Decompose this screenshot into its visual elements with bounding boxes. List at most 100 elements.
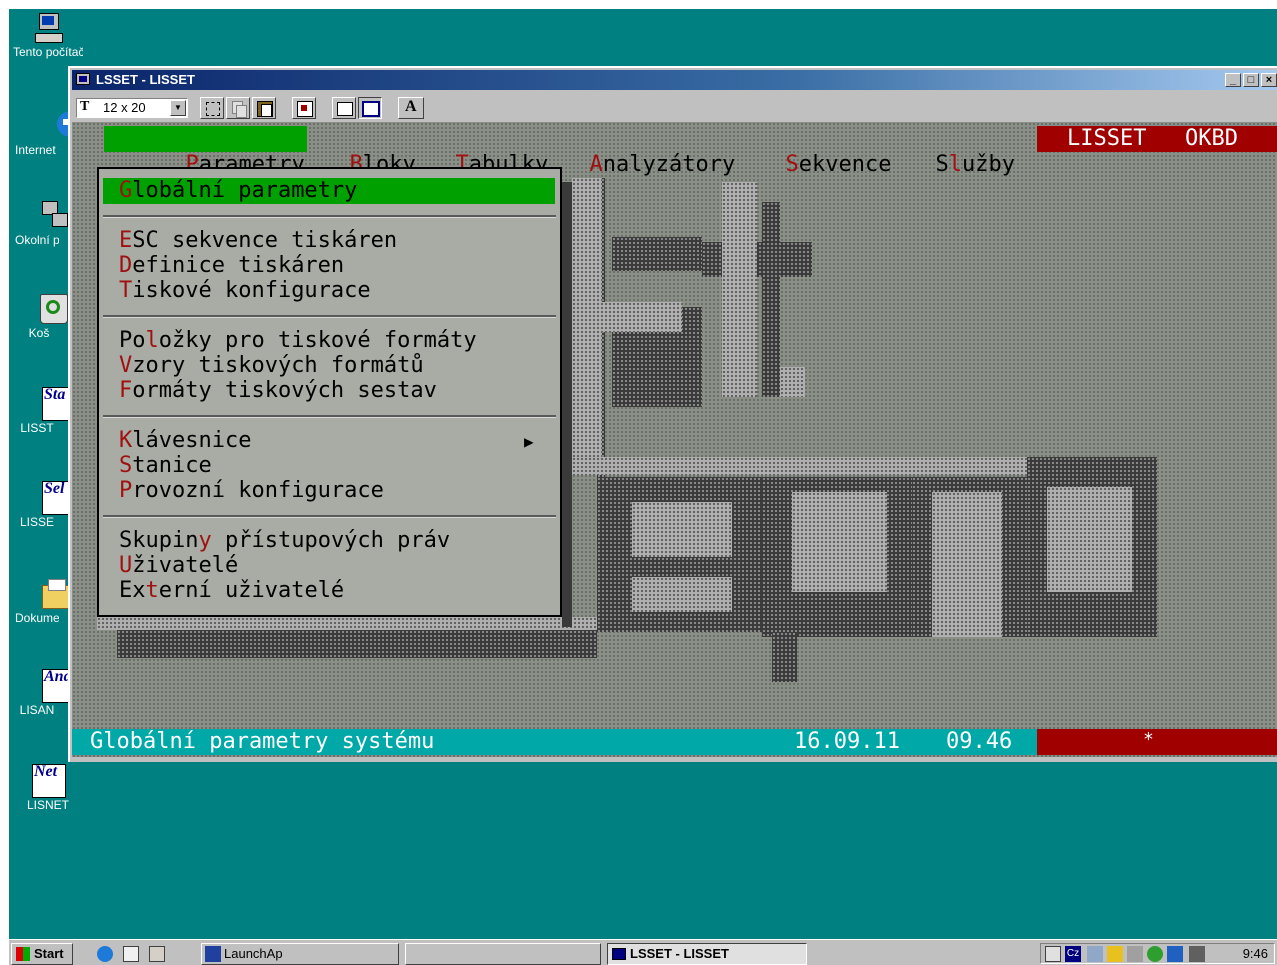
desktop-icon-lisst[interactable]: Sta appro LISST xyxy=(9,387,76,435)
mark-button[interactable] xyxy=(200,97,224,119)
desktop-icon-internet-explorer[interactable]: Internet Explorer xyxy=(9,109,85,157)
item-hotkey: V xyxy=(119,353,133,378)
mark-icon xyxy=(206,102,220,116)
desktop-icon-recycle-bin[interactable]: Koš xyxy=(9,292,68,340)
language-indicator-icon[interactable]: Cz xyxy=(1065,946,1081,962)
desktop-icon-lisan[interactable]: Ana appro LISAN xyxy=(9,669,76,717)
item-text: živatelé xyxy=(132,553,239,578)
taskbar-button-label: LSSET - LISSET xyxy=(630,946,729,961)
windows-logo-icon xyxy=(16,947,30,961)
item-hotkey: U xyxy=(119,553,133,578)
font-size-select[interactable]: T 12 x 20 ▼ xyxy=(76,98,188,118)
item-text: Ex xyxy=(119,578,146,603)
quick-launch xyxy=(81,943,191,965)
item-text: rovozní konfigurace xyxy=(132,478,384,503)
desktop-icon-documents[interactable]: Dokumenty xyxy=(9,577,74,625)
console-screen[interactable]: Parametry Bloky Tabulky Analyzátory Sekv… xyxy=(72,122,1277,757)
dropdown-item-globalni-parametry[interactable]: Globální parametry xyxy=(119,179,357,203)
logo-art xyxy=(97,617,597,630)
scheduler-icon[interactable] xyxy=(1045,946,1061,962)
font-size-value: 12 x 20 xyxy=(103,100,146,115)
logo-art xyxy=(632,502,732,557)
taskbar: Start LaunchAp LSSET - LISSET Cz 9:46 xyxy=(9,939,1277,965)
internet-explorer-icon[interactable] xyxy=(97,946,113,962)
start-label: Start xyxy=(34,946,64,961)
dropdown-item-klavesnice[interactable]: Klávesnice xyxy=(119,429,251,453)
brand-left: LISSET xyxy=(1067,126,1147,151)
item-hotkey: t xyxy=(145,578,159,603)
item-hotkey: P xyxy=(119,478,133,503)
chevron-down-icon[interactable]: ▼ xyxy=(170,100,186,116)
item-hotkey: K xyxy=(119,428,133,453)
dropdown-item-provozni-konfigurace[interactable]: Provozní konfigurace xyxy=(119,479,384,503)
app-tray-icon[interactable] xyxy=(1147,946,1163,962)
dropdown-item-tiskove-konfigurace[interactable]: Tiskové konfigurace xyxy=(119,279,371,303)
item-hotkey: l xyxy=(145,328,159,353)
taskbar-button-launchap[interactable]: LaunchAp xyxy=(201,943,399,965)
monitor-icon[interactable] xyxy=(1127,946,1143,962)
shortcut-sub: appro xyxy=(39,783,63,793)
status-bar: Globální parametry systému 16.09.11 09.4… xyxy=(72,729,1037,755)
close-button[interactable]: × xyxy=(1261,73,1277,87)
dropdown-item-uzivatele[interactable]: Uživatelé xyxy=(119,554,238,578)
window-icon xyxy=(76,73,90,85)
background-button[interactable] xyxy=(358,97,382,119)
display-icon[interactable] xyxy=(1189,946,1205,962)
item-hotkey: F xyxy=(119,378,133,403)
item-text: iskové konfigurace xyxy=(132,278,371,303)
menu-divider xyxy=(103,315,556,318)
dropdown-shadow xyxy=(562,182,572,627)
outlook-express-icon[interactable] xyxy=(123,946,139,962)
menu-analyzatory[interactable]: Analyzátory xyxy=(508,126,737,177)
dropdown-item-formaty[interactable]: Formáty tiskových sestav xyxy=(119,379,437,403)
item-text: lávesnice xyxy=(132,428,252,453)
taskbar-button-empty[interactable] xyxy=(405,943,601,965)
item-text: přístupových práv xyxy=(211,528,451,553)
volume-icon[interactable] xyxy=(1107,946,1123,962)
minimize-button[interactable]: _ xyxy=(1225,73,1241,87)
maximize-button[interactable]: □ xyxy=(1243,73,1259,87)
item-text: ožky pro tiskové formáty xyxy=(158,328,477,353)
logo-art xyxy=(932,492,1002,637)
desktop-icon-label: LISST xyxy=(20,421,54,435)
copy-button[interactable] xyxy=(226,97,250,119)
desktop-icon-lisnet[interactable]: Net appro LISNET xyxy=(13,764,83,812)
desktop-icon-my-computer[interactable]: Tento počítač xyxy=(13,11,83,59)
desktop-icon-label: LISAN xyxy=(19,703,55,717)
internet-explorer-icon xyxy=(27,109,85,141)
dropdown-item-skupiny[interactable]: Skupiny přístupových práv xyxy=(119,529,450,553)
dropdown-item-externi-uzivatele[interactable]: Externí uživatelé xyxy=(119,579,344,603)
menu-hotkey: l xyxy=(948,152,962,177)
dropdown-item-polozky[interactable]: Položky pro tiskové formáty xyxy=(119,329,477,353)
paste-button[interactable] xyxy=(252,97,276,119)
desktop-icon-label: Tento počítač xyxy=(13,45,83,59)
display-icon[interactable] xyxy=(1167,946,1183,962)
item-hotkey: D xyxy=(119,253,133,278)
status-date: 16.09.11 xyxy=(794,729,900,754)
clock[interactable]: 9:46 xyxy=(1243,945,1268,962)
brand-right: OKBD xyxy=(1185,126,1238,151)
desktop-icon-lisse[interactable]: Sel appro LISSE xyxy=(9,481,76,529)
start-button[interactable]: Start xyxy=(11,943,73,965)
font-button[interactable]: A xyxy=(398,97,424,119)
logo-art xyxy=(117,630,597,658)
taskbar-button-label: LaunchAp xyxy=(224,946,283,961)
desktop-icon-network[interactable]: Okolní počítače xyxy=(9,199,68,247)
title-bar[interactable]: LSSET - LISSET _ □ × xyxy=(72,70,1277,90)
network-icon[interactable] xyxy=(1087,946,1103,962)
dropdown-item-vzory[interactable]: Vzory tiskových formátů xyxy=(119,354,424,378)
item-hotkey: G xyxy=(119,178,133,203)
properties-button[interactable] xyxy=(332,97,356,119)
dropdown-item-stanice[interactable]: Stanice xyxy=(119,454,212,478)
network-neighborhood-icon xyxy=(9,199,68,231)
show-desktop-icon[interactable] xyxy=(149,946,165,962)
dropdown-item-definice-tiskaren[interactable]: Definice tiskáren xyxy=(119,254,344,278)
logo-art xyxy=(572,457,1092,475)
logo-art xyxy=(702,242,812,277)
fullscreen-button[interactable] xyxy=(292,97,316,119)
item-text: erní uživatelé xyxy=(158,578,345,603)
menu-label: užby xyxy=(961,152,1015,177)
menu-sluzby[interactable]: Služby xyxy=(854,126,1017,177)
dropdown-item-esc-sekvence[interactable]: ESC sekvence tiskáren xyxy=(119,229,397,253)
taskbar-button-lsset[interactable]: LSSET - LISSET xyxy=(607,943,807,965)
